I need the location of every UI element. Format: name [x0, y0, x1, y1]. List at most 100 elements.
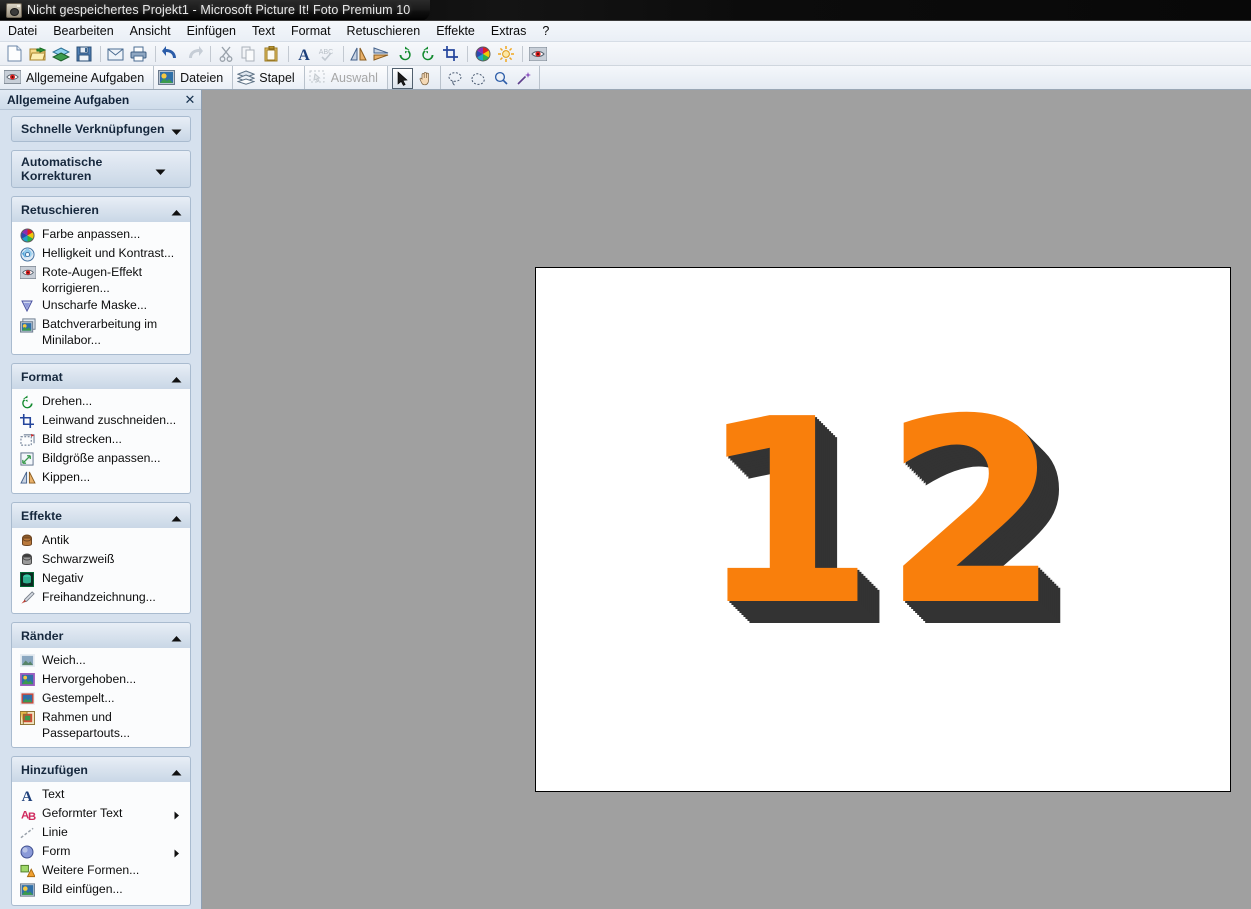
sidebar-item-unscharfe-maske[interactable]: Unscharfe Maske... — [12, 297, 190, 316]
magic-wand-tool[interactable] — [514, 68, 535, 89]
sidebar-item-rahmen-und-passepartouts[interactable]: Rahmen und Passepartouts... — [12, 709, 190, 742]
rotate-right-icon — [20, 395, 38, 411]
rotate-right-icon[interactable] — [417, 43, 438, 64]
menu-item-datei[interactable]: Datei — [0, 22, 45, 40]
sidebar-item-bild-einfuegen[interactable]: Bild einfügen... — [12, 881, 190, 900]
tab-label: Allgemeine Aufgaben — [26, 70, 145, 85]
sidebar-item-gestempelt[interactable]: Gestempelt... — [12, 690, 190, 709]
sidebar-item-rote-augen-effekt-korrigieren[interactable]: Rote-Augen-Effekt korrigieren... — [12, 264, 190, 297]
sidebar-item-label: Hervorgehoben... — [42, 672, 137, 686]
group-header[interactable]: Format — [11, 363, 191, 389]
redo-icon[interactable] — [183, 43, 204, 64]
document-text-object[interactable]: 12 — [536, 386, 1230, 641]
brightness-icon[interactable] — [495, 43, 516, 64]
sidebar-item-schwarzweiss[interactable]: Schwarzweiß — [12, 551, 190, 570]
crop-icon[interactable] — [440, 43, 461, 64]
rotate-left-icon[interactable] — [394, 43, 415, 64]
sidebar-item-geformter-text[interactable]: AB Geformter Text — [12, 805, 190, 824]
paste-icon[interactable] — [261, 43, 282, 64]
sidebar-item-bildgroesse-anpassen[interactable]: Bildgröße anpassen... — [12, 450, 190, 469]
group-header[interactable]: Automatische Korrekturen — [11, 150, 191, 188]
sepia-icon — [20, 534, 38, 550]
sidebar-item-label: Rote-Augen-Effekt korrigieren... — [42, 265, 143, 295]
group-header[interactable]: Schnelle Verknüpfungen — [11, 116, 191, 142]
sidebar-item-batchverarbeitung-im-minilabor[interactable]: Batchverarbeitung im Minilabor... — [12, 316, 190, 349]
mode-tab-bar: Allgemeine Aufgaben Dateien Stapel Auswa… — [0, 66, 1251, 90]
color-wheel-icon[interactable] — [472, 43, 493, 64]
sidebar-item-weitere-formen[interactable]: Weitere Formen... — [12, 862, 190, 881]
group-header[interactable]: Retuschieren — [11, 196, 191, 222]
sidebar-item-weich[interactable]: Weich... — [12, 652, 190, 671]
sidebar-item-farbe-anpassen[interactable]: Farbe anpassen... — [12, 226, 190, 245]
undo-icon[interactable] — [160, 43, 181, 64]
save-icon[interactable] — [73, 43, 94, 64]
menu-item-bearbeiten[interactable]: Bearbeiten — [45, 22, 121, 40]
print-icon[interactable] — [128, 43, 149, 64]
lasso-select-tool[interactable] — [445, 68, 466, 89]
sidebar-item-antik[interactable]: Antik — [12, 532, 190, 551]
red-eye-icon[interactable] — [527, 43, 548, 64]
sidebar-item-text[interactable]: A Text — [12, 786, 190, 805]
sidebar-item-leinwand-zuschneiden[interactable]: Leinwand zuschneiden... — [12, 412, 190, 431]
group-body: Antik Schwarzweiß Negativ Freihandzeichn… — [11, 528, 191, 614]
menu-item-help[interactable]: ? — [534, 22, 557, 40]
sidebar-item-form[interactable]: Form — [12, 843, 190, 862]
sidebar-item-label: Gestempelt... — [42, 691, 115, 705]
sidebar-item-linie[interactable]: Linie — [12, 824, 190, 843]
insert-image-icon — [20, 883, 38, 899]
tab-bar-filler — [539, 66, 1251, 89]
shaped-text-icon: AB — [20, 807, 38, 823]
new-icon[interactable] — [4, 43, 25, 64]
menu-item-einfuegen[interactable]: Einfügen — [179, 22, 244, 40]
arrow-tool[interactable] — [391, 67, 413, 89]
layers-icon[interactable] — [50, 43, 71, 64]
mail-icon[interactable] — [105, 43, 126, 64]
menu-item-retuschieren[interactable]: Retuschieren — [339, 22, 429, 40]
color-wheel-icon — [20, 228, 38, 244]
sidebar-item-negativ[interactable]: Negativ — [12, 570, 190, 589]
crop-icon — [20, 414, 38, 430]
sidebar-group-format: Format Drehen... Leinwand zuschneiden...… — [11, 363, 191, 494]
copy-icon[interactable] — [238, 43, 259, 64]
group-title: Format — [21, 369, 63, 384]
menu-item-text[interactable]: Text — [244, 22, 283, 40]
menu-item-format[interactable]: Format — [283, 22, 339, 40]
sidebar-header: Allgemeine Aufgaben ✕ — [0, 90, 201, 110]
tab-allgemeine-aufgaben[interactable]: Allgemeine Aufgaben — [0, 66, 155, 89]
pan-hand-tool[interactable] — [415, 68, 436, 89]
flip-horizontal-icon[interactable] — [348, 43, 369, 64]
open-folder-icon[interactable] — [27, 43, 48, 64]
chevron-down-icon — [155, 165, 166, 175]
tab-dateien[interactable]: Dateien — [154, 66, 234, 89]
sidebar-group-hinzufuegen: Hinzufügen A Text AB Geformter Text Lini… — [11, 756, 191, 906]
sidebar-item-bild-strecken[interactable]: Bild strecken... — [12, 431, 190, 450]
canvas-area[interactable]: 12 — [203, 90, 1251, 909]
menu-item-ansicht[interactable]: Ansicht — [122, 22, 179, 40]
tab-label: Auswahl — [330, 70, 378, 85]
close-icon[interactable]: ✕ — [183, 93, 197, 107]
zoom-tool[interactable] — [491, 68, 512, 89]
tab-label: Stapel — [259, 70, 295, 85]
freehand-select-tool[interactable] — [468, 68, 489, 89]
group-header[interactable]: Ränder — [11, 622, 191, 648]
sidebar-item-kippen[interactable]: Kippen... — [12, 469, 190, 488]
sidebar-item-helligkeit-und-kontrast[interactable]: Helligkeit und Kontrast... — [12, 245, 190, 264]
sidebar-body: Schnelle Verknüpfungen Automatische Korr… — [0, 110, 201, 909]
tab-stapel[interactable]: Stapel — [233, 66, 305, 89]
cut-icon[interactable] — [215, 43, 236, 64]
group-header[interactable]: Hinzufügen — [11, 756, 191, 782]
svg-text:ABC: ABC — [319, 49, 333, 56]
tab-auswahl[interactable]: Auswahl — [304, 66, 388, 89]
document-page[interactable]: 12 — [535, 267, 1231, 792]
sidebar-item-hervorgehoben[interactable]: Hervorgehoben... — [12, 671, 190, 690]
sidebar-item-drehen[interactable]: Drehen... — [12, 393, 190, 412]
text-icon[interactable]: A — [293, 43, 314, 64]
menu-item-extras[interactable]: Extras — [483, 22, 534, 40]
menu-item-effekte[interactable]: Effekte — [428, 22, 483, 40]
sketch-icon — [20, 591, 38, 607]
group-header[interactable]: Effekte — [11, 502, 191, 528]
sidebar-item-label: Schwarzweiß — [42, 552, 115, 566]
flip-vertical-icon[interactable] — [371, 43, 392, 64]
spellcheck-icon[interactable]: ABC — [316, 43, 337, 64]
sidebar-item-freihandzeichnung[interactable]: Freihandzeichnung... — [12, 589, 190, 608]
